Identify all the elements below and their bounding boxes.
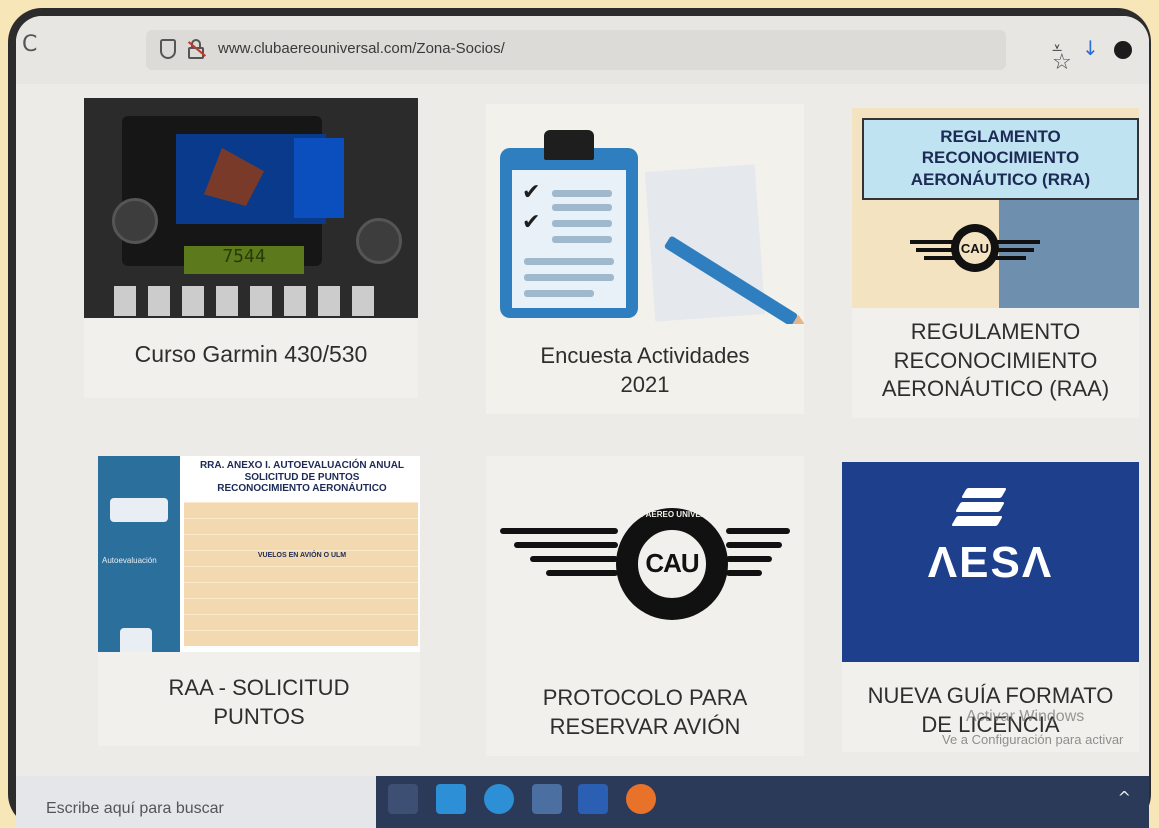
activate-windows-watermark: Activar Windows xyxy=(966,708,1085,725)
taskbar-search-placeholder[interactable]: Escribe aquí para buscar xyxy=(46,800,224,818)
tray-chevron-icon[interactable]: ^ xyxy=(1118,788,1131,807)
address-bar[interactable]: www.clubaereouniversal.com/Zona-Socios/ … xyxy=(146,30,1072,75)
card-garmin-course[interactable]: 7544 Curso Garmin 430/530 xyxy=(84,98,418,398)
cau-logo-icon xyxy=(110,498,168,522)
pocket-icon[interactable]: ⩡ xyxy=(1052,38,1062,59)
card-caption: REGULAMENTO RECONOCIMIENTO AERONÁUTICO (… xyxy=(881,319,1110,402)
screen: C www.clubaereouniversal.com/Zona-Socios… xyxy=(16,16,1149,828)
garmin-panel-image: 7544 xyxy=(84,98,418,318)
form-header: RRA. ANEXO I. AUTOEVALUACIÓN ANUAL SOLIC… xyxy=(199,460,405,494)
edge-icon[interactable] xyxy=(484,784,514,814)
survey-illustration: ✔ ✔ xyxy=(486,104,804,324)
cau-logo-image: CLUB AEREO UNIVERSAL CAU xyxy=(486,456,804,666)
card-caption: PROTOCOLO PARA RESERVAR AVIÓN xyxy=(542,685,748,739)
regulation-cover-image: REGLAMENTO RECONOCIMIENTO AERONÁUTICO (R… xyxy=(852,108,1139,308)
word-icon[interactable] xyxy=(578,784,608,814)
cau-emblem-icon: CLUB AEREO UNIVERSAL CAU xyxy=(616,508,728,620)
store-icon[interactable] xyxy=(436,784,466,814)
svg-text:CAU: CAU xyxy=(961,241,989,256)
aesa-mark-icon xyxy=(951,488,1014,528)
card-caption: Curso Garmin 430/530 xyxy=(134,341,368,367)
reload-icon[interactable]: C xyxy=(22,32,37,57)
tracking-shield-icon[interactable] xyxy=(160,39,176,59)
card-regulation-raa[interactable]: REGLAMENTO RECONOCIMIENTO AERONÁUTICO (R… xyxy=(852,108,1139,418)
card-raa-points-request[interactable]: Autoevaluación RRA. ANEXO I. AUTOEVALUAC… xyxy=(98,456,420,746)
cau-wings-logo-icon: CAU xyxy=(910,224,1040,272)
download-icon[interactable]: ↓ xyxy=(1082,36,1099,60)
browser-toolbar: C www.clubaereouniversal.com/Zona-Socios… xyxy=(16,16,1149,84)
card-caption: RAA - SOLICITUD PUNTOS xyxy=(168,675,350,729)
clipboard-icon: ✔ ✔ xyxy=(500,130,638,318)
firefox-icon[interactable] xyxy=(626,784,656,814)
card-survey-2021[interactable]: ✔ ✔ Encuesta Actividades 2021 xyxy=(486,104,804,414)
activate-windows-hint: Ve a Configuración para activar xyxy=(942,732,1124,747)
insecure-lock-icon[interactable] xyxy=(187,39,207,59)
card-booking-protocol[interactable]: CLUB AEREO UNIVERSAL CAU PROTOCOLO PARA … xyxy=(486,456,804,756)
task-view-icon[interactable] xyxy=(388,784,418,814)
network-icon[interactable] xyxy=(532,784,562,814)
taskbar-search[interactable]: Escribe aquí para buscar xyxy=(16,776,376,828)
card-caption: Encuesta Actividades 2021 xyxy=(540,343,750,397)
windows-taskbar: Escribe aquí para buscar ^ xyxy=(16,776,1149,828)
points-form-image: Autoevaluación RRA. ANEXO I. AUTOEVALUAC… xyxy=(98,456,420,652)
url-text[interactable]: www.clubaereouniversal.com/Zona-Socios/ xyxy=(218,40,505,57)
aesa-logo-image: ΛESΛ xyxy=(842,462,1139,662)
checklist-icon xyxy=(120,628,152,652)
cover-title: REGLAMENTO RECONOCIMIENTO AERONÁUTICO (R… xyxy=(910,127,1091,189)
account-avatar[interactable] xyxy=(1114,41,1132,59)
